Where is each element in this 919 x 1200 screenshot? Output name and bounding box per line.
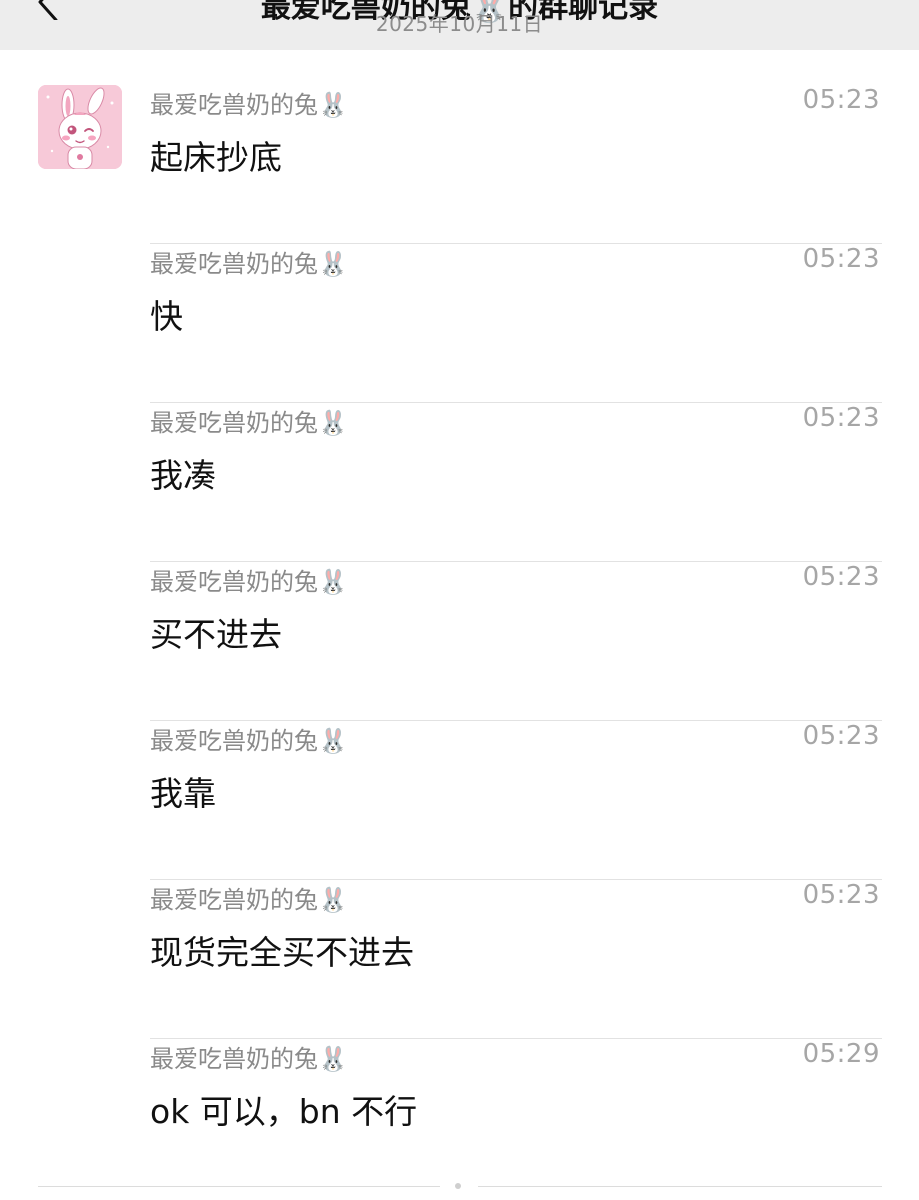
message-item[interactable]: 最爱吃兽奶的兔🐰 05:23 起床抄底 xyxy=(150,85,882,244)
footer-divider-right xyxy=(478,1186,882,1187)
message-time: 05:23 xyxy=(802,403,880,433)
message-item[interactable]: 最爱吃兽奶的兔🐰 05:23 我靠 xyxy=(150,721,882,880)
pink-rabbit-avatar xyxy=(38,85,122,169)
message-item[interactable]: 最爱吃兽奶的兔🐰 05:23 买不进去 xyxy=(150,562,882,721)
message-text: 买不进去 xyxy=(150,615,282,654)
top-bar: 最爱吃兽奶的兔🐰的群聊记录 2025年10月11日 xyxy=(0,0,919,50)
sender-name: 最爱吃兽奶的兔🐰 xyxy=(150,409,348,437)
sender-name: 最爱吃兽奶的兔🐰 xyxy=(150,727,348,755)
sender-name: 最爱吃兽奶的兔🐰 xyxy=(150,886,348,914)
message-item[interactable]: 最爱吃兽奶的兔🐰 05:29 ok 可以，bn 不行 xyxy=(150,1039,882,1169)
sender-name: 最爱吃兽奶的兔🐰 xyxy=(150,1045,348,1073)
message-item[interactable]: 最爱吃兽奶的兔🐰 05:23 快 xyxy=(150,244,882,403)
message-time: 05:23 xyxy=(802,721,880,751)
footer-divider-left xyxy=(38,1186,440,1187)
message-text: 起床抄底 xyxy=(150,138,282,177)
sender-name: 最爱吃兽奶的兔🐰 xyxy=(150,250,348,278)
footer-dot xyxy=(455,1183,461,1189)
message-item[interactable]: 最爱吃兽奶的兔🐰 05:23 我凑 xyxy=(150,403,882,562)
message-text: 快 xyxy=(150,297,183,336)
message-text: 我凑 xyxy=(150,456,216,495)
avatar[interactable] xyxy=(38,85,122,169)
message-item[interactable]: 最爱吃兽奶的兔🐰 05:23 现货完全买不进去 xyxy=(150,880,882,1039)
chat-date: 2025年10月11日 xyxy=(375,12,544,36)
message-time: 05:23 xyxy=(802,562,880,592)
message-time: 05:23 xyxy=(802,244,880,274)
message-text: 现货完全买不进去 xyxy=(150,933,414,972)
more-dots-icon[interactable] xyxy=(831,0,881,20)
message-text: 我靠 xyxy=(150,774,216,813)
sender-name: 最爱吃兽奶的兔🐰 xyxy=(150,568,348,596)
message-text: ok 可以，bn 不行 xyxy=(150,1092,418,1131)
message-time: 05:23 xyxy=(802,880,880,910)
message-time: 05:23 xyxy=(802,85,880,115)
sender-name: 最爱吃兽奶的兔🐰 xyxy=(150,91,348,119)
message-time: 05:29 xyxy=(802,1039,880,1069)
